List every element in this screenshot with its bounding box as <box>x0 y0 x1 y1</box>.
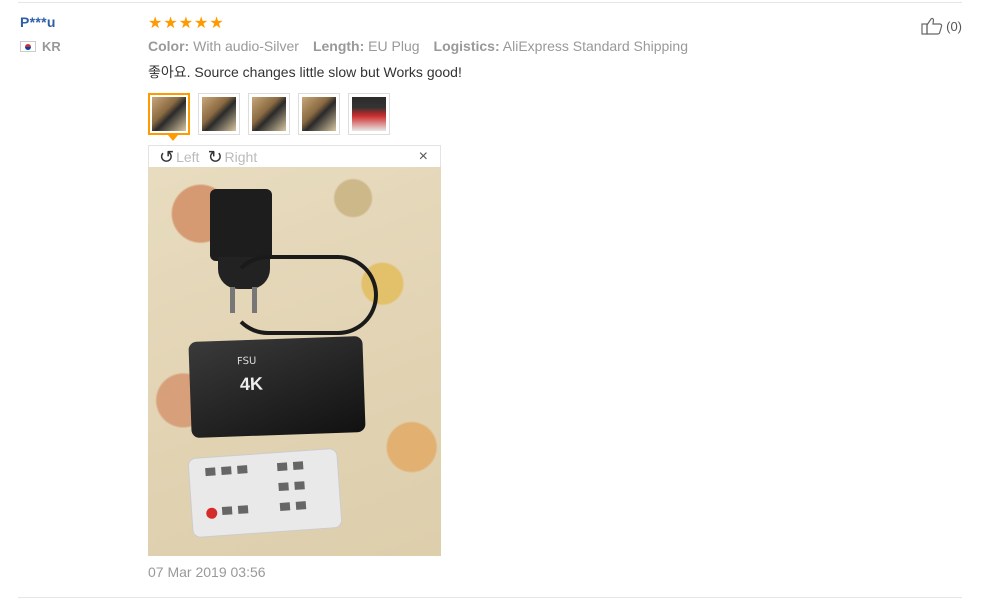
remote-button <box>237 505 249 514</box>
rotate-left-button[interactable]: ↺ Left <box>159 148 199 166</box>
thumbnail-image <box>352 97 386 131</box>
remote-button <box>221 506 233 516</box>
close-icon[interactable]: × <box>419 148 428 166</box>
thumbnail-2[interactable] <box>198 93 240 135</box>
remote-button <box>279 502 291 511</box>
attribute-color: Color: With audio-Silver <box>148 38 299 54</box>
attribute-length: Length: EU Plug <box>313 38 420 54</box>
remote-button <box>276 462 288 472</box>
reviewer-name: P***u <box>20 14 56 30</box>
thumbnail-image <box>152 97 186 131</box>
star-icon: ★ <box>194 15 209 32</box>
box-brand: FSU <box>236 355 257 368</box>
top-divider <box>18 2 962 3</box>
remote-button <box>278 482 289 492</box>
remote-power-button <box>205 507 218 520</box>
thumbnail-image <box>202 97 236 131</box>
photo-thumbnails <box>148 93 390 141</box>
star-rating: ★ ★ ★ ★ ★ <box>148 14 908 34</box>
attribute-value: With audio-Silver <box>193 38 299 54</box>
attribute-value: EU Plug <box>368 38 420 54</box>
reviewer-country: KR <box>20 39 130 54</box>
thumbnail-image <box>252 97 286 131</box>
korea-flag-icon <box>20 41 36 52</box>
attribute-label: Logistics: <box>433 38 500 54</box>
review-body: ★ ★ ★ ★ ★ Color: With audio-Silver Lengt… <box>148 14 908 82</box>
thumbs-up-icon <box>921 17 943 35</box>
viewer-toolbar: ↺ Left ↻ Right × <box>148 145 441 167</box>
thumbnail-1[interactable] <box>148 93 190 141</box>
review-photo: FSU 4K <box>148 167 441 556</box>
attribute-label: Length: <box>312 38 365 54</box>
remote-button <box>205 467 216 477</box>
thumbnail-4[interactable] <box>298 93 340 135</box>
attribute-logistics: Logistics: AliExpress Standard Shipping <box>434 38 688 54</box>
power-adapter <box>210 189 272 261</box>
attribute-label: Color: <box>148 38 190 54</box>
review-timestamp: 07 Mar 2019 03:56 <box>148 564 266 580</box>
power-cable <box>228 255 378 335</box>
thumbnail-5[interactable] <box>348 93 390 135</box>
star-icon: ★ <box>209 15 224 32</box>
rotate-left-label: Left <box>176 148 200 165</box>
star-icon: ★ <box>178 15 194 32</box>
rotate-right-icon: ↻ <box>207 146 223 167</box>
remote-button <box>295 501 307 510</box>
remote-button <box>237 465 248 474</box>
purchase-attributes: Color: With audio-Silver Length: EU Plug… <box>148 38 908 54</box>
remote-button <box>292 461 304 470</box>
rotate-right-button[interactable]: ↻ Right <box>207 148 257 166</box>
country-code: KR <box>42 39 61 54</box>
helpful-count: (0) <box>946 18 962 34</box>
box-label: 4K <box>239 373 264 395</box>
thumbnail-3[interactable] <box>248 93 290 135</box>
star-icon: ★ <box>163 15 178 32</box>
review-text: 좋아요. Source changes little slow but Work… <box>148 64 462 80</box>
bottom-divider <box>18 597 962 598</box>
rotate-right-label: Right <box>224 148 258 165</box>
remote-button <box>294 481 305 490</box>
active-indicator-icon <box>168 135 178 141</box>
hdmi-switch-box: FSU 4K <box>188 335 366 439</box>
star-icon: ★ <box>148 15 163 32</box>
remote-control <box>187 447 343 539</box>
reviewer-info: P***u KR <box>20 14 130 54</box>
remote-button <box>221 466 232 475</box>
rotate-left-icon: ↺ <box>159 146 175 167</box>
attribute-value: AliExpress Standard Shipping <box>502 38 688 54</box>
thumbnail-image <box>302 97 336 131</box>
photo-viewer: ↺ Left ↻ Right × FSU 4K <box>148 145 441 556</box>
helpful-button[interactable]: (0) <box>921 17 962 35</box>
